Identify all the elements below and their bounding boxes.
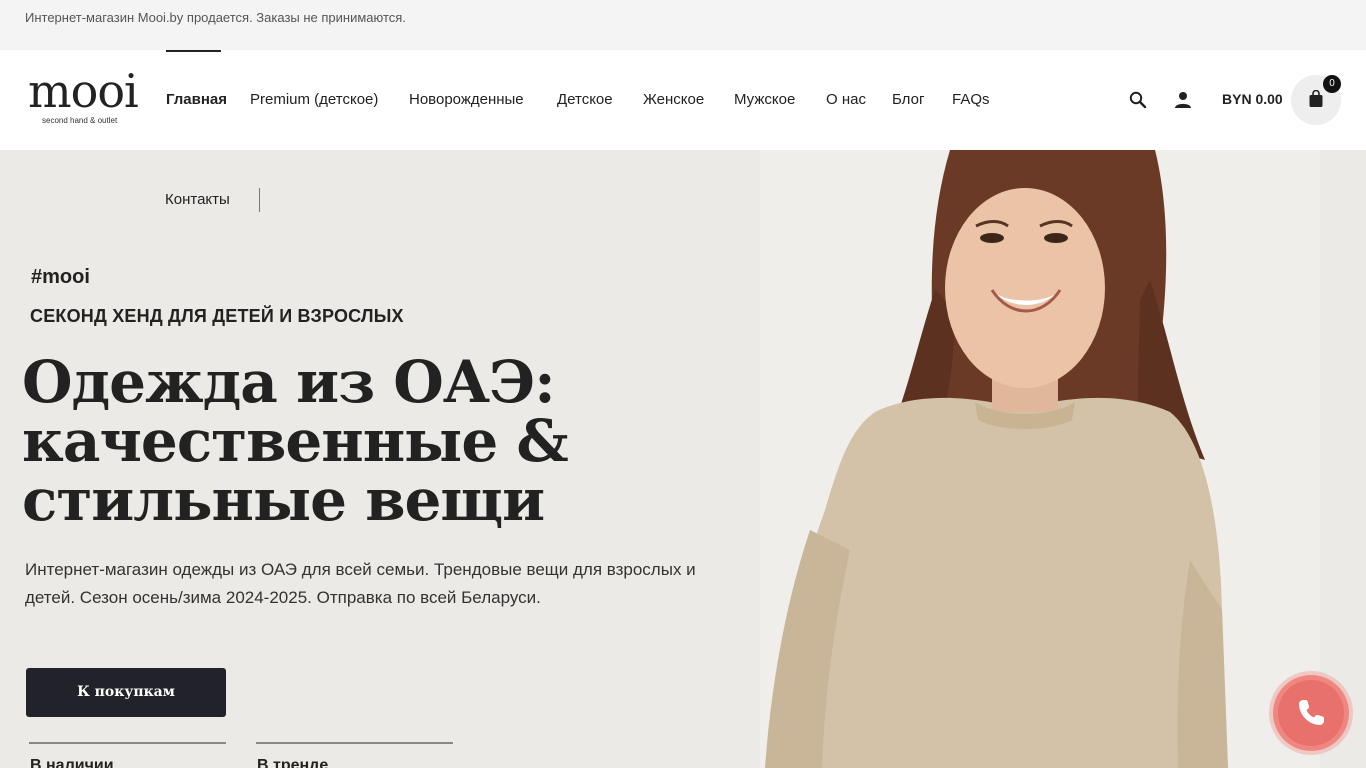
shopping-bag-icon (1308, 89, 1324, 113)
nav-item-home[interactable]: Главная (166, 91, 227, 108)
nav-item-about[interactable]: О нас (826, 91, 866, 108)
nav-item-kids[interactable]: Детское (557, 91, 613, 108)
hero-kicker: СЕКОНД ХЕНД ДЛЯ ДЕТЕЙ И ВЗРОСЛЫХ (30, 306, 404, 326)
phone-icon (1295, 697, 1327, 734)
search-icon[interactable] (1128, 90, 1148, 110)
hero-headline: Одежда из ОАЭ: качественные & стильные в… (22, 353, 702, 530)
hero-section: Контакты #mooi СЕКОНД ХЕНД ДЛЯ ДЕТЕЙ И В… (0, 150, 1366, 768)
nav-item-women[interactable]: Женское (643, 91, 704, 108)
hero-description: Интернет-магазин одежды из ОАЭ для всей … (25, 560, 696, 607)
announcement-bar: Интернет-магазин Mooi.by продается. Зака… (0, 0, 1366, 50)
hero-hashtag: #mooi (31, 266, 90, 288)
hero-headline-line-3: стильные вещи (22, 466, 545, 534)
nav-item-blog[interactable]: Блог (892, 91, 924, 108)
announcement-text: Интернет-магазин Mooi.by продается. Зака… (25, 10, 406, 25)
tab-trending[interactable]: В тренде (257, 757, 328, 768)
shop-now-button[interactable]: К покупкам (26, 668, 226, 717)
site-header: mooi second hand & outlet Главная Premiu… (0, 50, 1366, 150)
user-icon[interactable] (1173, 90, 1193, 110)
hero-headline-line-1: Одежда из ОАЭ: (22, 348, 556, 416)
nav-divider (259, 188, 260, 212)
cart-total[interactable]: BYN 0.00 (1222, 91, 1283, 107)
nav-item-newborn[interactable]: Новорожденные (409, 91, 524, 108)
nav-item-premium-kids[interactable]: Premium (детское) (250, 91, 378, 108)
nav-item-men[interactable]: Мужское (734, 91, 795, 108)
cart-count-badge: 0 (1323, 75, 1341, 93)
logo-wordmark: mooi (28, 64, 139, 118)
call-button-inner (1278, 680, 1344, 746)
hero-model-image (700, 150, 1366, 768)
call-button[interactable] (1273, 675, 1349, 751)
tab-in-stock[interactable]: В наличии (30, 757, 114, 768)
nav-item-contacts[interactable]: Контакты (165, 191, 230, 208)
tab-underline-in-stock (29, 742, 226, 744)
hero-headline-line-2: качественные & (22, 407, 569, 475)
site-logo[interactable]: mooi second hand & outlet (28, 68, 150, 128)
tab-underline-trending (256, 742, 453, 744)
nav-item-faqs[interactable]: FAQs (952, 91, 990, 108)
nav-active-indicator (166, 50, 221, 52)
logo-tagline: second hand & outlet (42, 116, 118, 125)
